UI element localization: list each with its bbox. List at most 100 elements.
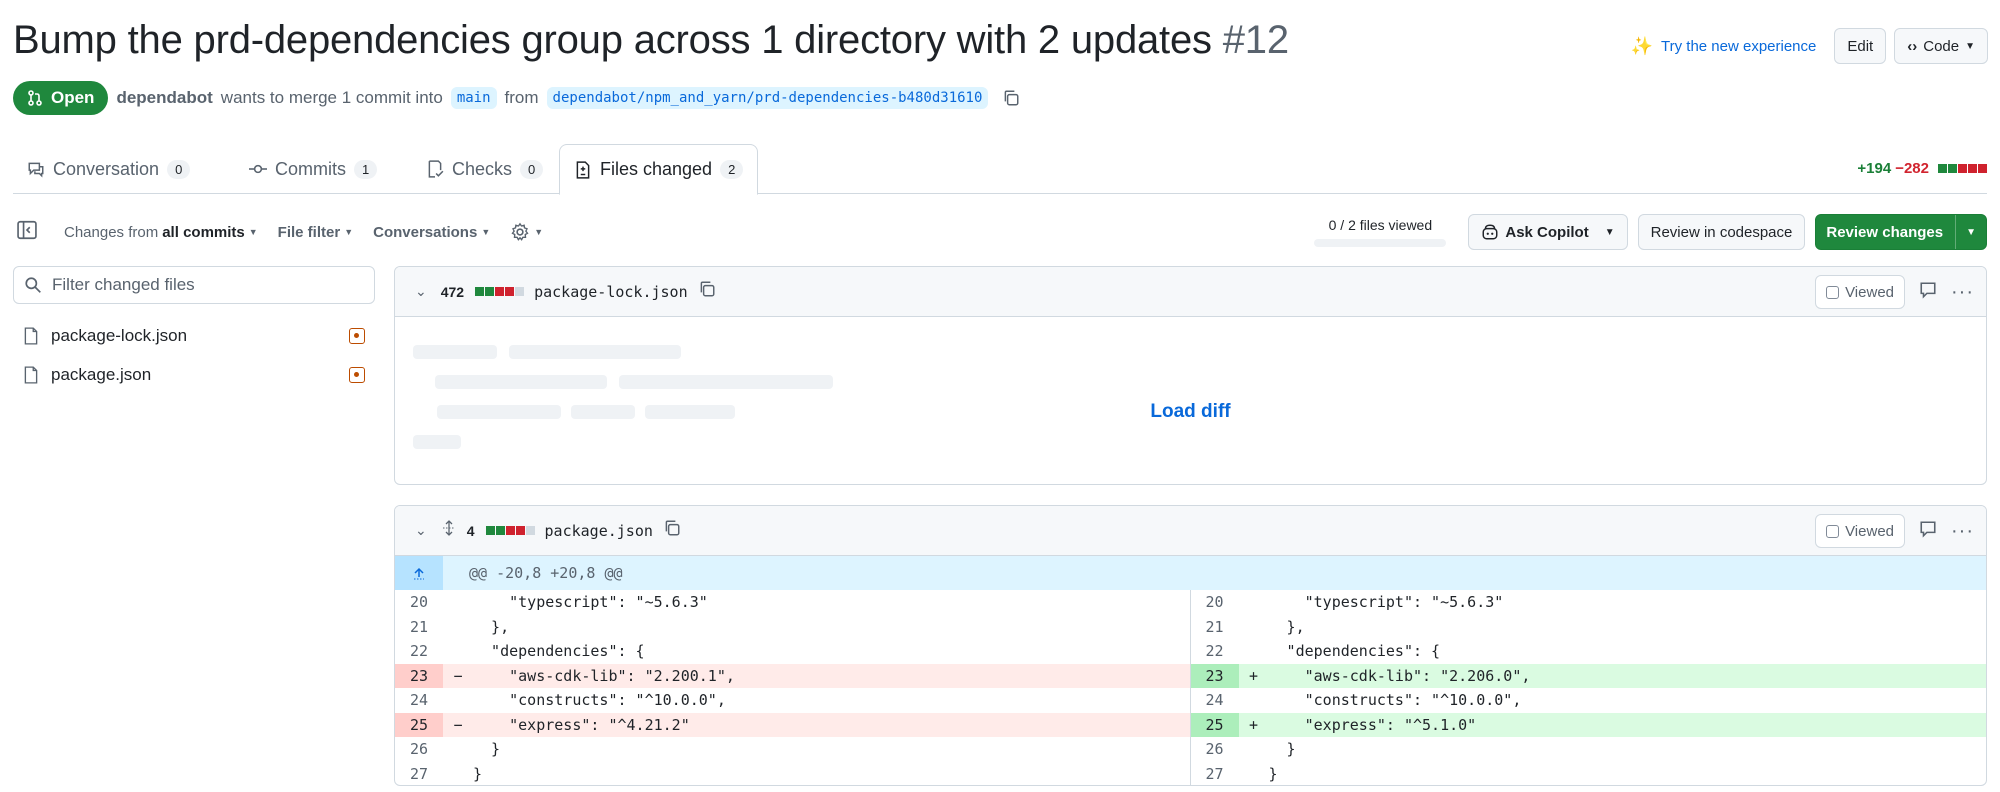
- diffstat-bar: [474, 287, 525, 296]
- line-number[interactable]: 27: [395, 762, 443, 786]
- tab-commits[interactable]: Commits 1: [235, 144, 391, 194]
- edit-button[interactable]: Edit: [1834, 28, 1887, 64]
- file-name[interactable]: package-lock.json: [534, 283, 688, 301]
- filter-changed-files[interactable]: [13, 266, 375, 304]
- base-branch[interactable]: main: [450, 87, 497, 109]
- code-line: "express": "^4.21.2": [473, 715, 690, 734]
- file-tree-item[interactable]: package-lock.json: [13, 316, 375, 355]
- line-number[interactable]: 21: [395, 615, 443, 640]
- diff-line[interactable]: 23 + "aws-cdk-lib": "2.206.0",: [1190, 663, 1986, 688]
- tab-conversation[interactable]: Conversation 0: [13, 144, 204, 194]
- review-in-codespace-button[interactable]: Review in codespace: [1637, 214, 1806, 250]
- diff-line[interactable]: 20 "typescript": "~5.6.3": [395, 590, 1190, 615]
- ask-copilot-label: Ask Copilot: [1505, 223, 1589, 241]
- line-number[interactable]: 21: [1191, 615, 1239, 640]
- diff-line[interactable]: 21 },: [1191, 615, 1987, 640]
- file-name[interactable]: package.json: [545, 522, 653, 540]
- diff-line[interactable]: 26 }: [395, 737, 1190, 762]
- file-header: ⌄ 4 package.json Viewed ···: [395, 506, 1986, 556]
- line-number[interactable]: 23: [395, 663, 443, 688]
- pr-title: Bump the prd-dependencies group across 1…: [13, 18, 1289, 63]
- line-number[interactable]: 26: [1191, 737, 1239, 762]
- diff-line[interactable]: 25− "express": "^4.21.2": [395, 712, 1190, 737]
- diff-line[interactable]: 20 "typescript": "~5.6.3": [1191, 590, 1987, 615]
- line-number[interactable]: 24: [395, 688, 443, 713]
- code-line: }: [1268, 764, 1278, 783]
- line-number[interactable]: 27: [1191, 762, 1239, 786]
- line-number[interactable]: 25: [1190, 712, 1239, 737]
- filter-input[interactable]: [52, 275, 352, 295]
- checkbox[interactable]: [1826, 285, 1840, 299]
- line-number[interactable]: 26: [395, 737, 443, 762]
- additions-count: +194: [1857, 160, 1892, 177]
- changes-from-dropdown[interactable]: Changes from all commits ▼: [64, 224, 258, 241]
- line-number[interactable]: 20: [1191, 590, 1239, 615]
- tab-checks[interactable]: Checks 0: [412, 144, 557, 194]
- code-line: }: [473, 740, 501, 759]
- line-number[interactable]: 24: [1191, 688, 1239, 713]
- line-number[interactable]: 22: [1191, 639, 1239, 664]
- comment-icon[interactable]: [1919, 520, 1937, 543]
- toggle-sidebar-icon[interactable]: [16, 219, 38, 245]
- more-options-icon[interactable]: ···: [1951, 520, 1974, 543]
- code-line: },: [473, 617, 510, 636]
- viewed-checkbox[interactable]: Viewed: [1815, 514, 1906, 548]
- expand-all-icon[interactable]: [441, 519, 457, 542]
- file-filter-dropdown[interactable]: File filter ▼: [278, 224, 353, 241]
- file-tree-item[interactable]: package.json: [13, 355, 375, 394]
- diff-line[interactable]: 23− "aws-cdk-lib": "2.200.1",: [395, 663, 1190, 688]
- diff-line[interactable]: 26 }: [1191, 737, 1987, 762]
- review-codespace-label: Review in codespace: [1650, 223, 1793, 241]
- line-number[interactable]: 25: [395, 712, 443, 737]
- checklist-icon: [428, 160, 444, 178]
- diff-sign: −: [453, 666, 463, 685]
- diff-line[interactable]: 22 "dependencies": {: [1191, 639, 1987, 664]
- line-number[interactable]: 23: [1190, 663, 1239, 688]
- status-badge: Open: [13, 81, 109, 115]
- diff-line[interactable]: 21 },: [395, 615, 1190, 640]
- file-tree: package-lock.json package.json: [13, 316, 375, 394]
- code-button[interactable]: ‹› Code ▼: [1894, 28, 1988, 64]
- diff-line[interactable]: 27}: [1191, 762, 1987, 786]
- diff-line[interactable]: 25 + "express": "^5.1.0": [1190, 712, 1986, 737]
- conversations-dropdown[interactable]: Conversations ▼: [373, 224, 490, 241]
- code-line: "typescript": "~5.6.3": [1268, 593, 1504, 612]
- settings-dropdown[interactable]: ▼: [510, 222, 543, 242]
- diff-line[interactable]: 27}: [395, 762, 1190, 786]
- expand-up-icon[interactable]: [395, 556, 443, 590]
- load-diff-link[interactable]: Load diff: [1150, 401, 1230, 423]
- chevron-down-icon: ▼: [1965, 40, 1975, 52]
- chevron-down-icon[interactable]: ⌄: [415, 522, 427, 539]
- search-icon: [25, 277, 41, 293]
- chevron-down-icon[interactable]: ▼: [1955, 215, 1986, 249]
- comment-icon[interactable]: [1919, 281, 1937, 304]
- review-changes-button[interactable]: Review changes ▼: [1815, 214, 1987, 250]
- viewed-checkbox[interactable]: Viewed: [1815, 275, 1906, 309]
- copy-icon[interactable]: [1002, 89, 1020, 107]
- head-branch[interactable]: dependabot/npm_and_yarn/prd-dependencies…: [546, 87, 989, 109]
- more-options-icon[interactable]: ···: [1951, 281, 1974, 304]
- diff-line[interactable]: 22 "dependencies": {: [395, 639, 1190, 664]
- ask-copilot-button[interactable]: Ask Copilot ▼: [1468, 214, 1628, 250]
- file-changes-count: 472: [440, 283, 465, 300]
- copy-icon[interactable]: [663, 519, 681, 542]
- line-number[interactable]: 20: [395, 590, 443, 615]
- files-viewed-label: 0 / 2 files viewed: [1328, 217, 1433, 233]
- tab-counter: 0: [167, 159, 191, 179]
- author-link[interactable]: dependabot: [116, 88, 212, 108]
- copy-icon[interactable]: [698, 280, 716, 303]
- try-new-experience-link[interactable]: ✨ Try the new experience: [1631, 36, 1817, 57]
- checkbox[interactable]: [1826, 524, 1840, 538]
- code-line: },: [1268, 617, 1305, 636]
- chevron-down-icon[interactable]: ⌄: [415, 283, 427, 300]
- tab-files-changed[interactable]: Files changed 2: [559, 144, 759, 195]
- diffstat: +194 −282: [1857, 160, 1987, 177]
- code-line: "constructs": "^10.0.0",: [473, 691, 726, 710]
- diff-line[interactable]: 24 "constructs": "^10.0.0",: [1191, 688, 1987, 713]
- changes-from-prefix: Changes from: [64, 223, 159, 241]
- deletions-count: −282: [1895, 160, 1929, 177]
- diff-sign: −: [453, 715, 463, 734]
- line-number[interactable]: 22: [395, 639, 443, 664]
- code-line: }: [473, 764, 483, 783]
- diff-line[interactable]: 24 "constructs": "^10.0.0",: [395, 688, 1190, 713]
